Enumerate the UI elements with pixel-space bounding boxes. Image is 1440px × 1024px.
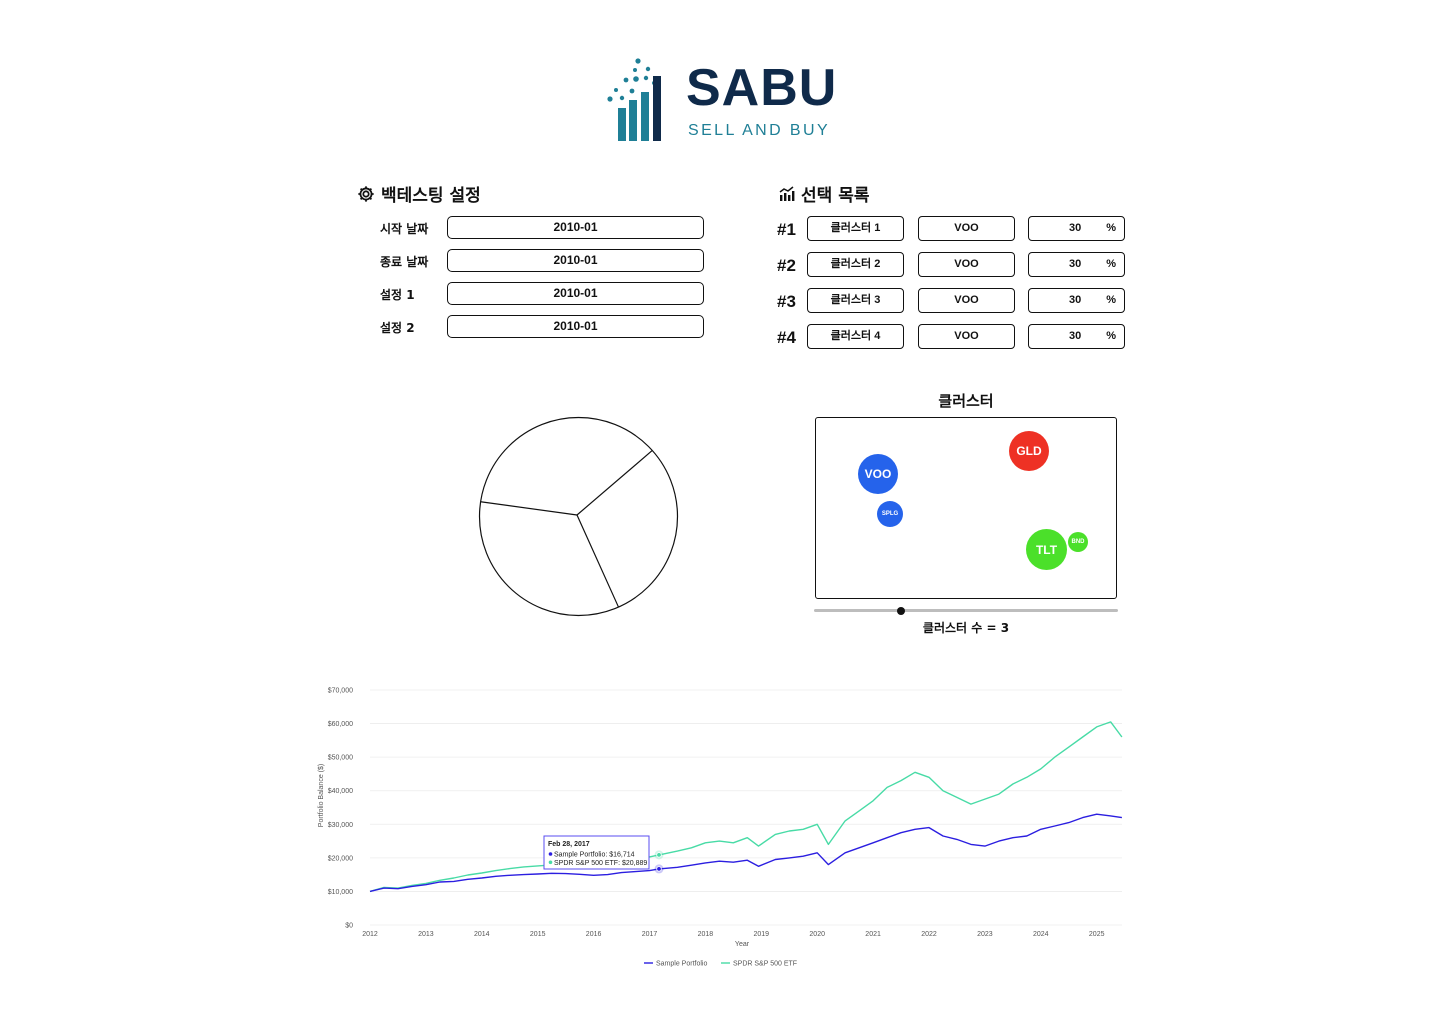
percent-unit: % xyxy=(1106,222,1116,234)
x-tick-label: 2020 xyxy=(809,931,825,938)
selection-row-number: #3 xyxy=(777,292,796,311)
tooltip-line: Sample Portfolio: $16,714 xyxy=(554,852,635,859)
start-date-field[interactable]: 2010-01 xyxy=(447,216,704,239)
hover-point[interactable] xyxy=(656,866,662,872)
x-tick-label: 2021 xyxy=(865,931,881,938)
percent-unit: % xyxy=(1106,258,1116,270)
percent-unit: % xyxy=(1106,294,1116,306)
cluster-scatter-plot: VOO SPLG GLD TLT BND xyxy=(815,417,1117,599)
cluster-bubble-tlt[interactable]: TLT xyxy=(1026,529,1067,570)
ticker-select[interactable]: VOO xyxy=(918,288,1015,313)
cluster-count-slider-handle[interactable] xyxy=(897,607,905,615)
y-tick-label: $10,000 xyxy=(328,889,353,896)
series-line[interactable] xyxy=(369,813,1123,893)
x-tick-label: 2015 xyxy=(530,931,546,938)
x-tick-label: 2018 xyxy=(698,931,714,938)
x-tick-label: 2017 xyxy=(642,931,658,938)
sabu-logo[interactable]: SABU SELL AND BUY xyxy=(606,56,846,148)
setting-1-field[interactable]: 2010-01 xyxy=(447,282,704,305)
cluster-title: 클러스터 xyxy=(938,392,994,410)
setting-1-label: 설정 1 xyxy=(380,288,415,302)
cluster-select[interactable]: 클러스터 4 xyxy=(807,324,904,349)
selection-row-number: #2 xyxy=(777,256,796,275)
tooltip-title: Feb 28, 2017 xyxy=(548,841,590,848)
ticker-select[interactable]: VOO xyxy=(918,216,1015,241)
x-tick-label: 2012 xyxy=(362,931,378,938)
percent-input[interactable]: 30 % xyxy=(1028,288,1125,313)
percent-value: 30 xyxy=(1069,330,1082,342)
setting-2-field[interactable]: 2010-01 xyxy=(447,315,704,338)
setting-2-row: 설정 2 2010-01 xyxy=(380,315,706,339)
allocation-pie-chart xyxy=(478,416,679,617)
setting-1-row: 설정 1 2010-01 xyxy=(380,282,706,306)
selection-row: #4 클러스터 4 VOO 30 % xyxy=(777,324,1127,352)
percent-unit: % xyxy=(1106,330,1116,342)
x-tick-label: 2022 xyxy=(921,931,937,938)
logo-mark-icon xyxy=(607,58,661,141)
y-tick-label: $0 xyxy=(345,923,353,930)
cluster-count-label: 클러스터 수 = 3 xyxy=(922,621,1010,635)
portfolio-balance-chart: $0 $10,000 $20,000 $30,000 $40,000 $50,000 $60… xyxy=(318,688,1123,968)
start-date-row: 시작 날짜 2010-01 xyxy=(380,216,706,240)
percent-value: 30 xyxy=(1069,222,1082,234)
cluster-bubble-bnd[interactable]: BND xyxy=(1068,532,1088,552)
percent-input[interactable]: 30 % xyxy=(1028,252,1125,277)
legend-label[interactable]: SPDR S&P 500 ETF xyxy=(733,961,797,968)
selection-row: #2 클러스터 2 VOO 30 % xyxy=(777,252,1127,280)
selection-title: 선택 목록 xyxy=(801,186,870,206)
start-date-label: 시작 날짜 xyxy=(380,222,429,236)
y-axis-label: Portfolio Balance ($) xyxy=(318,764,325,827)
y-tick-label: $40,000 xyxy=(328,788,353,795)
logo-wordmark: SABU xyxy=(686,59,838,117)
selection-row-number: #4 xyxy=(777,328,796,347)
y-tick-label: $50,000 xyxy=(328,755,353,762)
x-tick-label: 2025 xyxy=(1089,931,1105,938)
x-tick-label: 2024 xyxy=(1033,931,1049,938)
cluster-select[interactable]: 클러스터 2 xyxy=(807,252,904,277)
setting-2-label: 설정 2 xyxy=(380,321,415,335)
selection-row: #3 클러스터 3 VOO 30 % xyxy=(777,288,1127,316)
y-tick-label: $70,000 xyxy=(328,688,353,695)
cluster-bubble-splg[interactable]: SPLG xyxy=(877,501,903,527)
ticker-select[interactable]: VOO xyxy=(918,324,1015,349)
selection-header: 선택 목록 xyxy=(779,181,869,206)
tooltip-line: SPDR S&P 500 ETF: $20,889 xyxy=(554,860,647,867)
cluster-select[interactable]: 클러스터 3 xyxy=(807,288,904,313)
x-axis-label: Year xyxy=(735,941,750,948)
legend-label[interactable]: Sample Portfolio xyxy=(656,961,707,968)
selection-row-number: #1 xyxy=(777,220,796,239)
percent-input[interactable]: 30 % xyxy=(1028,324,1125,349)
end-date-label: 종료 날짜 xyxy=(380,255,429,269)
hover-point[interactable] xyxy=(656,852,662,858)
x-tick-label: 2019 xyxy=(754,931,770,938)
series-line[interactable] xyxy=(369,721,1123,893)
y-tick-label: $60,000 xyxy=(328,721,353,728)
percent-value: 30 xyxy=(1069,294,1082,306)
x-tick-label: 2013 xyxy=(418,931,434,938)
tooltip-swatch xyxy=(548,852,553,856)
end-date-row: 종료 날짜 2010-01 xyxy=(380,249,706,273)
cluster-bubble-voo[interactable]: VOO xyxy=(858,454,898,494)
gear-icon xyxy=(358,185,374,202)
percent-value: 30 xyxy=(1069,258,1082,270)
end-date-field[interactable]: 2010-01 xyxy=(447,249,704,272)
y-tick-label: $30,000 xyxy=(328,822,353,829)
settings-title: 백테스팅 설정 xyxy=(381,186,481,206)
cluster-count-slider-track[interactable] xyxy=(814,609,1118,612)
x-tick-label: 2014 xyxy=(474,931,490,938)
selection-row: #1 클러스터 1 VOO 30 % xyxy=(777,216,1127,244)
logo-tagline: SELL AND BUY xyxy=(688,122,831,139)
pie-outline xyxy=(478,416,679,617)
x-tick-label: 2023 xyxy=(977,931,993,938)
x-tick-label: 2016 xyxy=(586,931,602,938)
cluster-bubble-gld[interactable]: GLD xyxy=(1009,431,1049,471)
tooltip-swatch xyxy=(548,860,553,865)
y-tick-label: $20,000 xyxy=(328,855,353,862)
ticker-select[interactable]: VOO xyxy=(918,252,1015,277)
cluster-select[interactable]: 클러스터 1 xyxy=(807,216,904,241)
settings-header: 백테스팅 설정 xyxy=(357,181,481,206)
percent-input[interactable]: 30 % xyxy=(1028,216,1125,241)
chart-icon xyxy=(779,185,795,201)
